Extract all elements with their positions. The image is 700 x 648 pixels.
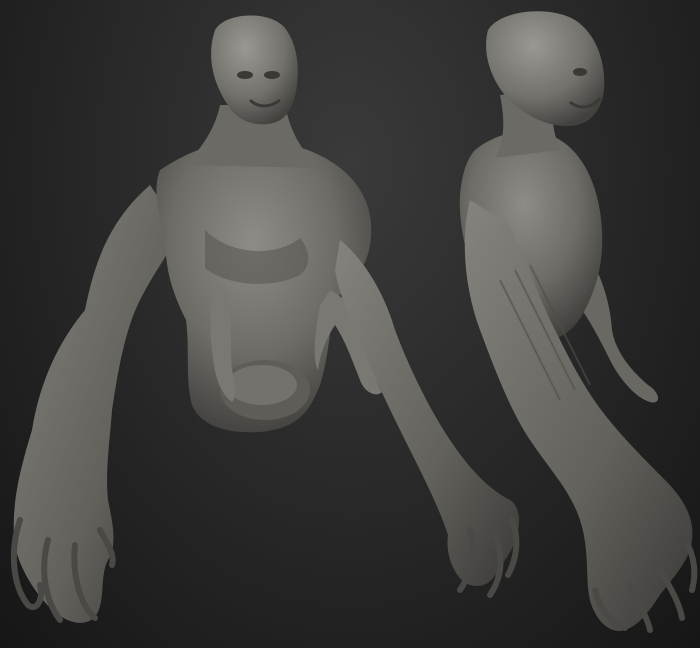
front-eye-left	[237, 71, 253, 79]
render-viewport	[0, 0, 700, 648]
front-eye-right	[264, 71, 280, 79]
front-belly-highlight	[227, 365, 297, 405]
side-eye	[573, 68, 587, 76]
sculpt-render	[10, 11, 698, 633]
front-view-figure	[10, 15, 520, 623]
front-left-arm	[13, 185, 181, 623]
